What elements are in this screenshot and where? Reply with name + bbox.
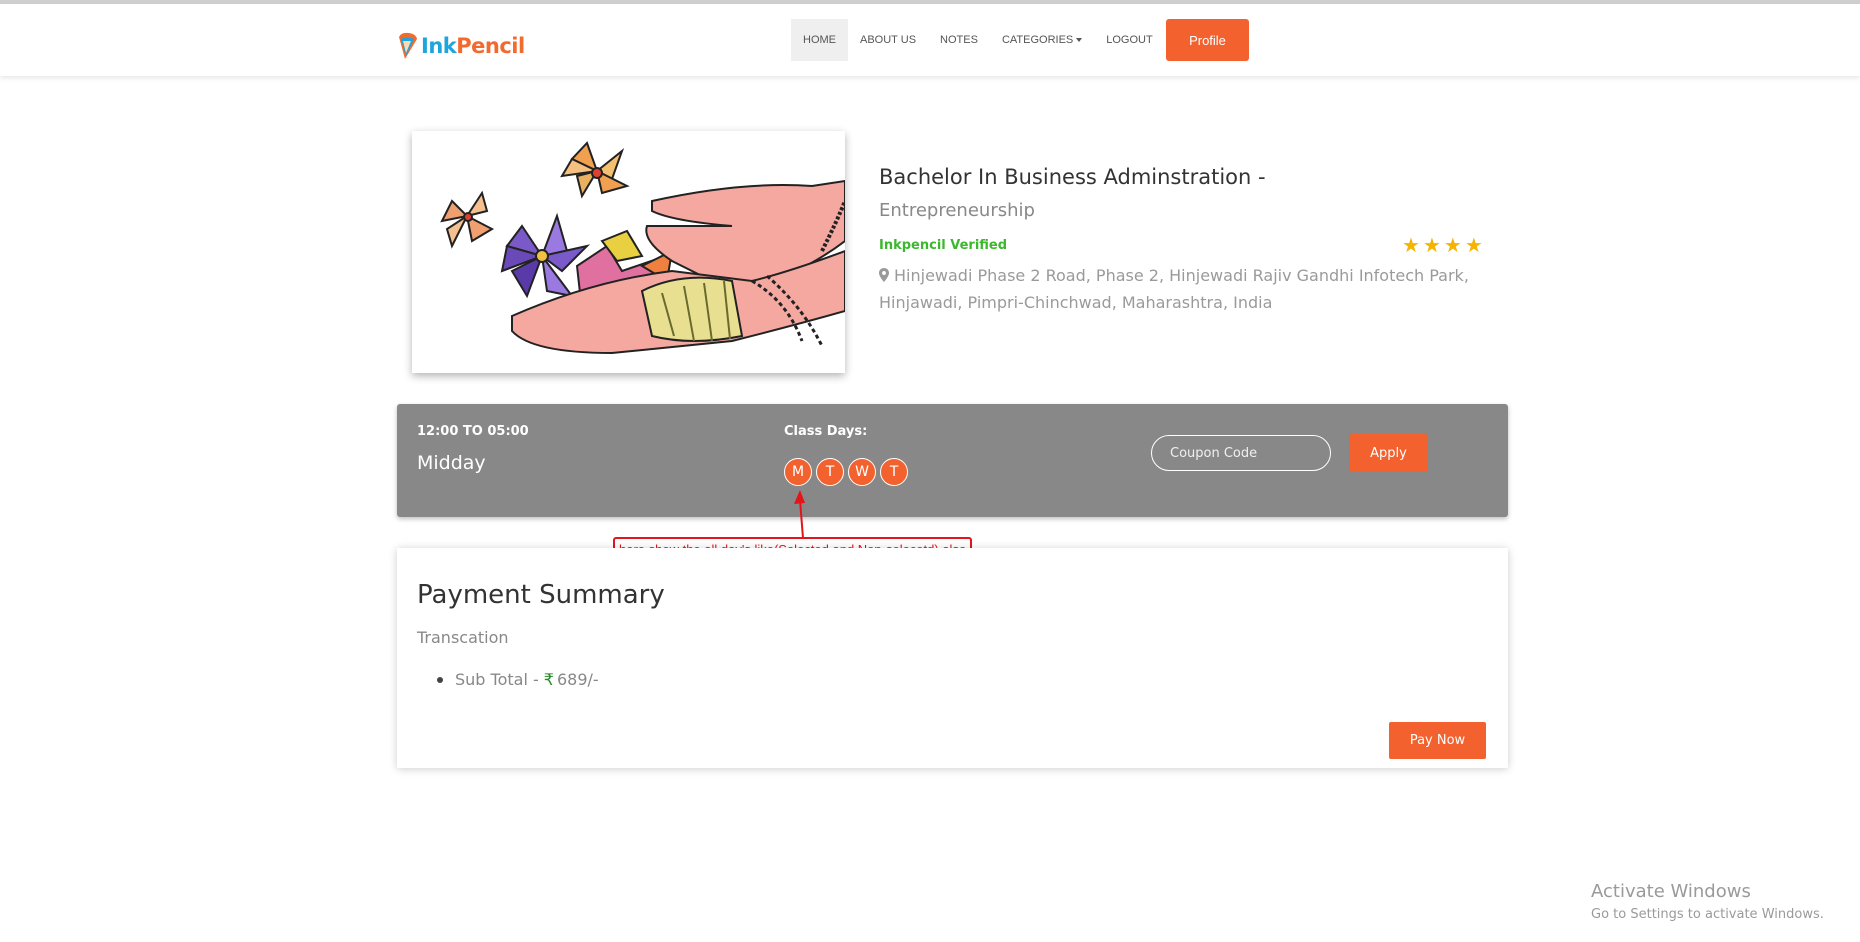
brand-logo[interactable]: InkPencil [397,26,525,66]
main-nav: HOME ABOUT US NOTES CATEGORIES LOGOUT [791,19,1165,61]
address-line-1: Hinjewadi Phase 2 Road, Phase 2, Hinjewa… [894,266,1469,285]
day-wednesday[interactable]: W [848,458,876,486]
pencil-logo-icon [399,32,417,59]
annotation-arrow-icon [794,490,805,539]
class-time-range: 12:00 TO 05:00 [417,424,529,439]
nav-item-categories[interactable]: CATEGORIES [990,19,1094,61]
course-title: Bachelor In Business Adminstration - [879,165,1266,189]
caret-down-icon [1076,38,1083,43]
schedule-panel: 12:00 TO 05:00 Midday Class Days: M T W … [397,404,1508,517]
profile-button[interactable]: Profile [1166,19,1249,61]
activate-windows-title: Activate Windows [1591,881,1751,902]
class-days: M T W T [784,458,908,486]
bullet-icon [437,676,443,683]
star-icon: ★ [1402,233,1420,257]
map-pin-icon [879,268,889,282]
pay-now-button[interactable]: Pay Now [1389,722,1486,759]
nav-item-logout[interactable]: LOGOUT [1094,19,1164,61]
nav-item-about-us[interactable]: ABOUT US [848,19,928,61]
nav-item-home[interactable]: HOME [791,19,848,61]
address-line-2: Hinjawadi, Pimpri-Chinchwad, Maharashtra… [879,293,1273,312]
apply-coupon-button[interactable]: Apply [1349,434,1428,472]
nav-item-categories-label: CATEGORIES [1001,34,1074,46]
star-icon: ★ [1443,233,1462,257]
course-subtitle: Entrepreneurship [879,200,1035,221]
course-image [412,131,845,373]
rupee-icon: ₹ [543,670,554,689]
verified-badge: Inkpencil Verified [879,238,1008,253]
day-tuesday[interactable]: T [816,458,844,486]
star-icon: ★ [1464,233,1483,257]
subtotal-value: 689/- [556,670,599,689]
subtotal-row: Sub Total - ₹ 689/- [437,670,599,689]
coupon-code-input[interactable] [1151,435,1331,471]
payment-summary-card: Payment Summary Transcation Sub Total - … [397,548,1508,768]
activate-windows-subtitle: Go to Settings to activate Windows. [1591,907,1824,922]
class-days-label: Class Days: [784,424,868,439]
day-thursday[interactable]: T [880,458,908,486]
transaction-label: Transcation [417,628,509,647]
class-period: Midday [417,452,486,474]
day-monday[interactable]: M [784,458,812,486]
brand-name-pencil: Pencil [456,34,525,58]
brand-name: InkPencil [421,34,525,58]
course-address: Hinjewadi Phase 2 Road, Phase 2, Hinjewa… [879,262,1489,316]
brand-name-ink: Ink [421,34,457,58]
payment-summary-title: Payment Summary [417,580,665,610]
star-icon: ★ [1422,233,1441,257]
nav-item-notes[interactable]: NOTES [928,19,990,61]
subtotal-label: Sub Total - [455,670,539,689]
hand-flowers-illustration [412,131,845,373]
rating-stars: ★ ★ ★ ★ [1402,235,1483,255]
top-navbar: InkPencil HOME ABOUT US NOTES CATEGORIES… [0,4,1860,76]
